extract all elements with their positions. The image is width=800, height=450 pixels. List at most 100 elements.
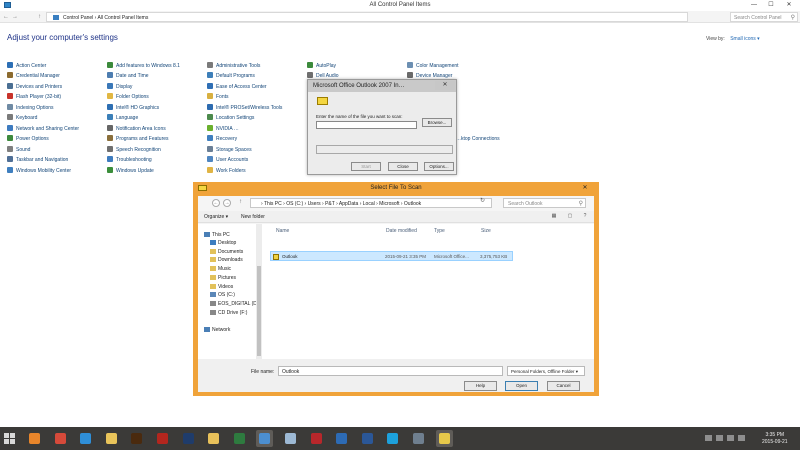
tray-network-icon[interactable] bbox=[716, 435, 723, 441]
control-panel-item[interactable]: NVIDIA … bbox=[207, 124, 239, 133]
control-panel-item[interactable]: Flash Player (32-bit) bbox=[7, 93, 61, 101]
column-header-size[interactable]: Size bbox=[481, 228, 491, 234]
taskbar-app-outlook[interactable] bbox=[333, 430, 350, 447]
column-header-type[interactable]: Type bbox=[434, 228, 445, 234]
column-header-name[interactable]: Name bbox=[276, 228, 289, 234]
taskbar-app-folder[interactable] bbox=[205, 430, 222, 447]
control-panel-item[interactable]: Troubleshooting bbox=[107, 156, 152, 164]
tree-item[interactable]: OS (C:) bbox=[210, 292, 235, 298]
control-panel-item[interactable]: Folder Options bbox=[107, 93, 149, 101]
control-panel-item[interactable]: Add features to Windows 8.1 bbox=[107, 62, 180, 70]
new-folder-button[interactable]: New folder bbox=[241, 214, 265, 220]
table-row[interactable]: Outlook 2015-09-21 3:35 PM Microsoft Off… bbox=[270, 251, 513, 261]
control-panel-item[interactable]: Power Options bbox=[7, 135, 49, 143]
control-panel-item[interactable]: Date and Time bbox=[107, 72, 149, 80]
control-panel-item[interactable]: Storage Spaces bbox=[207, 145, 252, 154]
control-panel-item[interactable]: Display bbox=[107, 82, 132, 91]
control-panel-item[interactable]: Windows Mobility Center bbox=[7, 166, 71, 175]
taskbar-app-firefox[interactable] bbox=[26, 430, 43, 447]
column-header-date[interactable]: Date modified bbox=[386, 228, 417, 234]
options-button[interactable]: Options... bbox=[424, 162, 454, 171]
tree-item[interactable]: Documents bbox=[210, 249, 243, 255]
help-button[interactable]: Help bbox=[464, 381, 497, 391]
up-arrow-icon[interactable]: ↑ bbox=[38, 14, 41, 20]
tree-item[interactable]: Downloads bbox=[210, 257, 243, 263]
control-panel-item[interactable]: Default Programs bbox=[207, 72, 255, 80]
address-bar[interactable]: › This PC › OS (C:) › Users › P&T › AppD… bbox=[250, 198, 492, 208]
tree-item[interactable]: Videos bbox=[210, 284, 233, 290]
refresh-icon[interactable]: ↻ bbox=[480, 197, 485, 204]
organize-menu[interactable]: Organize ▾ bbox=[204, 214, 228, 220]
tree-item[interactable]: CD Drive (F:) bbox=[210, 310, 247, 316]
taskbar-app-control-panel[interactable] bbox=[256, 430, 274, 447]
tray-volume-icon[interactable] bbox=[738, 435, 745, 441]
close-button[interactable]: ✕ bbox=[575, 184, 595, 193]
tree-item[interactable]: Network bbox=[204, 327, 230, 333]
control-panel-item[interactable]: Recovery bbox=[207, 135, 237, 143]
control-panel-item[interactable]: Speech Recognition bbox=[107, 145, 161, 154]
taskbar-app-internet-explorer[interactable] bbox=[77, 430, 94, 447]
taskbar-app-notepad[interactable] bbox=[282, 430, 299, 447]
back-arrow-icon[interactable]: ← bbox=[212, 199, 220, 207]
back-arrow-icon[interactable]: ← bbox=[3, 14, 9, 20]
taskbar-app-word[interactable] bbox=[359, 430, 376, 447]
control-panel-item[interactable]: Notification Area Icons bbox=[107, 124, 166, 133]
control-panel-item[interactable]: Action Center bbox=[7, 62, 46, 70]
search-input[interactable]: Search Outlook ⚲ bbox=[503, 198, 586, 208]
control-panel-item[interactable]: Devices and Printers bbox=[7, 82, 62, 91]
windows-start-icon[interactable] bbox=[4, 433, 16, 444]
control-panel-item[interactable]: Intel® PROSet/Wireless Tools bbox=[207, 103, 282, 112]
taskbar-app-skype[interactable] bbox=[384, 430, 401, 447]
control-panel-item[interactable]: Taskbar and Navigation bbox=[7, 156, 68, 164]
taskbar-app-photoshop[interactable] bbox=[180, 430, 197, 447]
forward-arrow-icon[interactable]: → bbox=[223, 199, 231, 207]
browse-button[interactable]: Browse... bbox=[422, 118, 452, 127]
file-type-select[interactable]: Personal Folders, Offline Folder ▾ bbox=[507, 366, 585, 376]
tree-item[interactable]: This PC bbox=[204, 232, 230, 238]
taskbar-app-chrome[interactable] bbox=[52, 430, 69, 447]
tree-item[interactable]: Music bbox=[210, 266, 231, 272]
start-button[interactable]: Start bbox=[351, 162, 381, 171]
system-clock[interactable]: 3:35 PM 2015-09-21 bbox=[762, 432, 788, 446]
view-options-icon[interactable]: ▦ bbox=[550, 213, 558, 220]
control-panel-item[interactable]: Color Management bbox=[407, 62, 459, 70]
control-panel-item[interactable]: Administrative Tools bbox=[207, 62, 260, 70]
cancel-button[interactable]: Cancel bbox=[547, 381, 580, 391]
open-button[interactable]: Open bbox=[505, 381, 538, 391]
address-bar[interactable]: Control Panel › All Control Panel Items bbox=[46, 12, 688, 22]
control-panel-item[interactable]: Location Settings bbox=[207, 114, 254, 122]
taskbar-app-adobe-reader[interactable] bbox=[154, 430, 171, 447]
close-button[interactable]: ✕ bbox=[435, 81, 455, 90]
control-panel-item[interactable]: Programs and Features bbox=[107, 135, 169, 143]
control-panel-item[interactable]: Fonts bbox=[207, 93, 229, 101]
tray-flag-icon[interactable] bbox=[705, 435, 712, 441]
up-arrow-icon[interactable]: ↑ bbox=[239, 199, 242, 205]
dialog-close-button[interactable]: Close bbox=[388, 162, 418, 171]
taskbar-app-excel[interactable] bbox=[231, 430, 248, 447]
tree-item[interactable]: Desktop bbox=[210, 240, 236, 246]
help-icon[interactable]: ? bbox=[581, 213, 589, 220]
close-button[interactable]: ✕ bbox=[782, 1, 796, 10]
control-panel-item[interactable]: AutoPlay bbox=[307, 62, 336, 70]
tree-item[interactable]: Pictures bbox=[210, 275, 236, 281]
search-input[interactable]: Search Control Panel ⚲ bbox=[730, 12, 798, 22]
control-panel-item[interactable]: Work Folders bbox=[207, 166, 246, 175]
minimize-button[interactable]: — bbox=[747, 1, 761, 10]
taskbar-app-filezilla[interactable] bbox=[308, 430, 325, 447]
view-by-dropdown[interactable]: Small icons ▾ bbox=[730, 36, 759, 42]
forward-arrow-icon[interactable]: → bbox=[12, 14, 18, 20]
taskbar-app-network[interactable] bbox=[410, 430, 427, 447]
tree-item[interactable]: EOS_DIGITAL (D: bbox=[210, 301, 258, 307]
control-panel-item[interactable]: Sound bbox=[7, 145, 30, 154]
control-panel-item[interactable]: Windows Update bbox=[107, 166, 154, 175]
control-panel-item[interactable]: Ease of Access Center bbox=[207, 82, 267, 91]
preview-pane-icon[interactable]: ▢ bbox=[566, 213, 574, 220]
control-panel-item[interactable]: Language bbox=[107, 114, 138, 122]
control-panel-item[interactable]: Intel® HD Graphics bbox=[107, 103, 159, 112]
control-panel-item[interactable]: Network and Sharing Center bbox=[7, 124, 79, 133]
file-path-input[interactable] bbox=[316, 121, 417, 129]
tray-battery-icon[interactable] bbox=[727, 435, 734, 441]
taskbar-app-illustrator[interactable] bbox=[128, 430, 145, 447]
taskbar-app-scanpst[interactable] bbox=[435, 430, 453, 447]
file-name-input[interactable]: Outlook bbox=[278, 366, 503, 376]
